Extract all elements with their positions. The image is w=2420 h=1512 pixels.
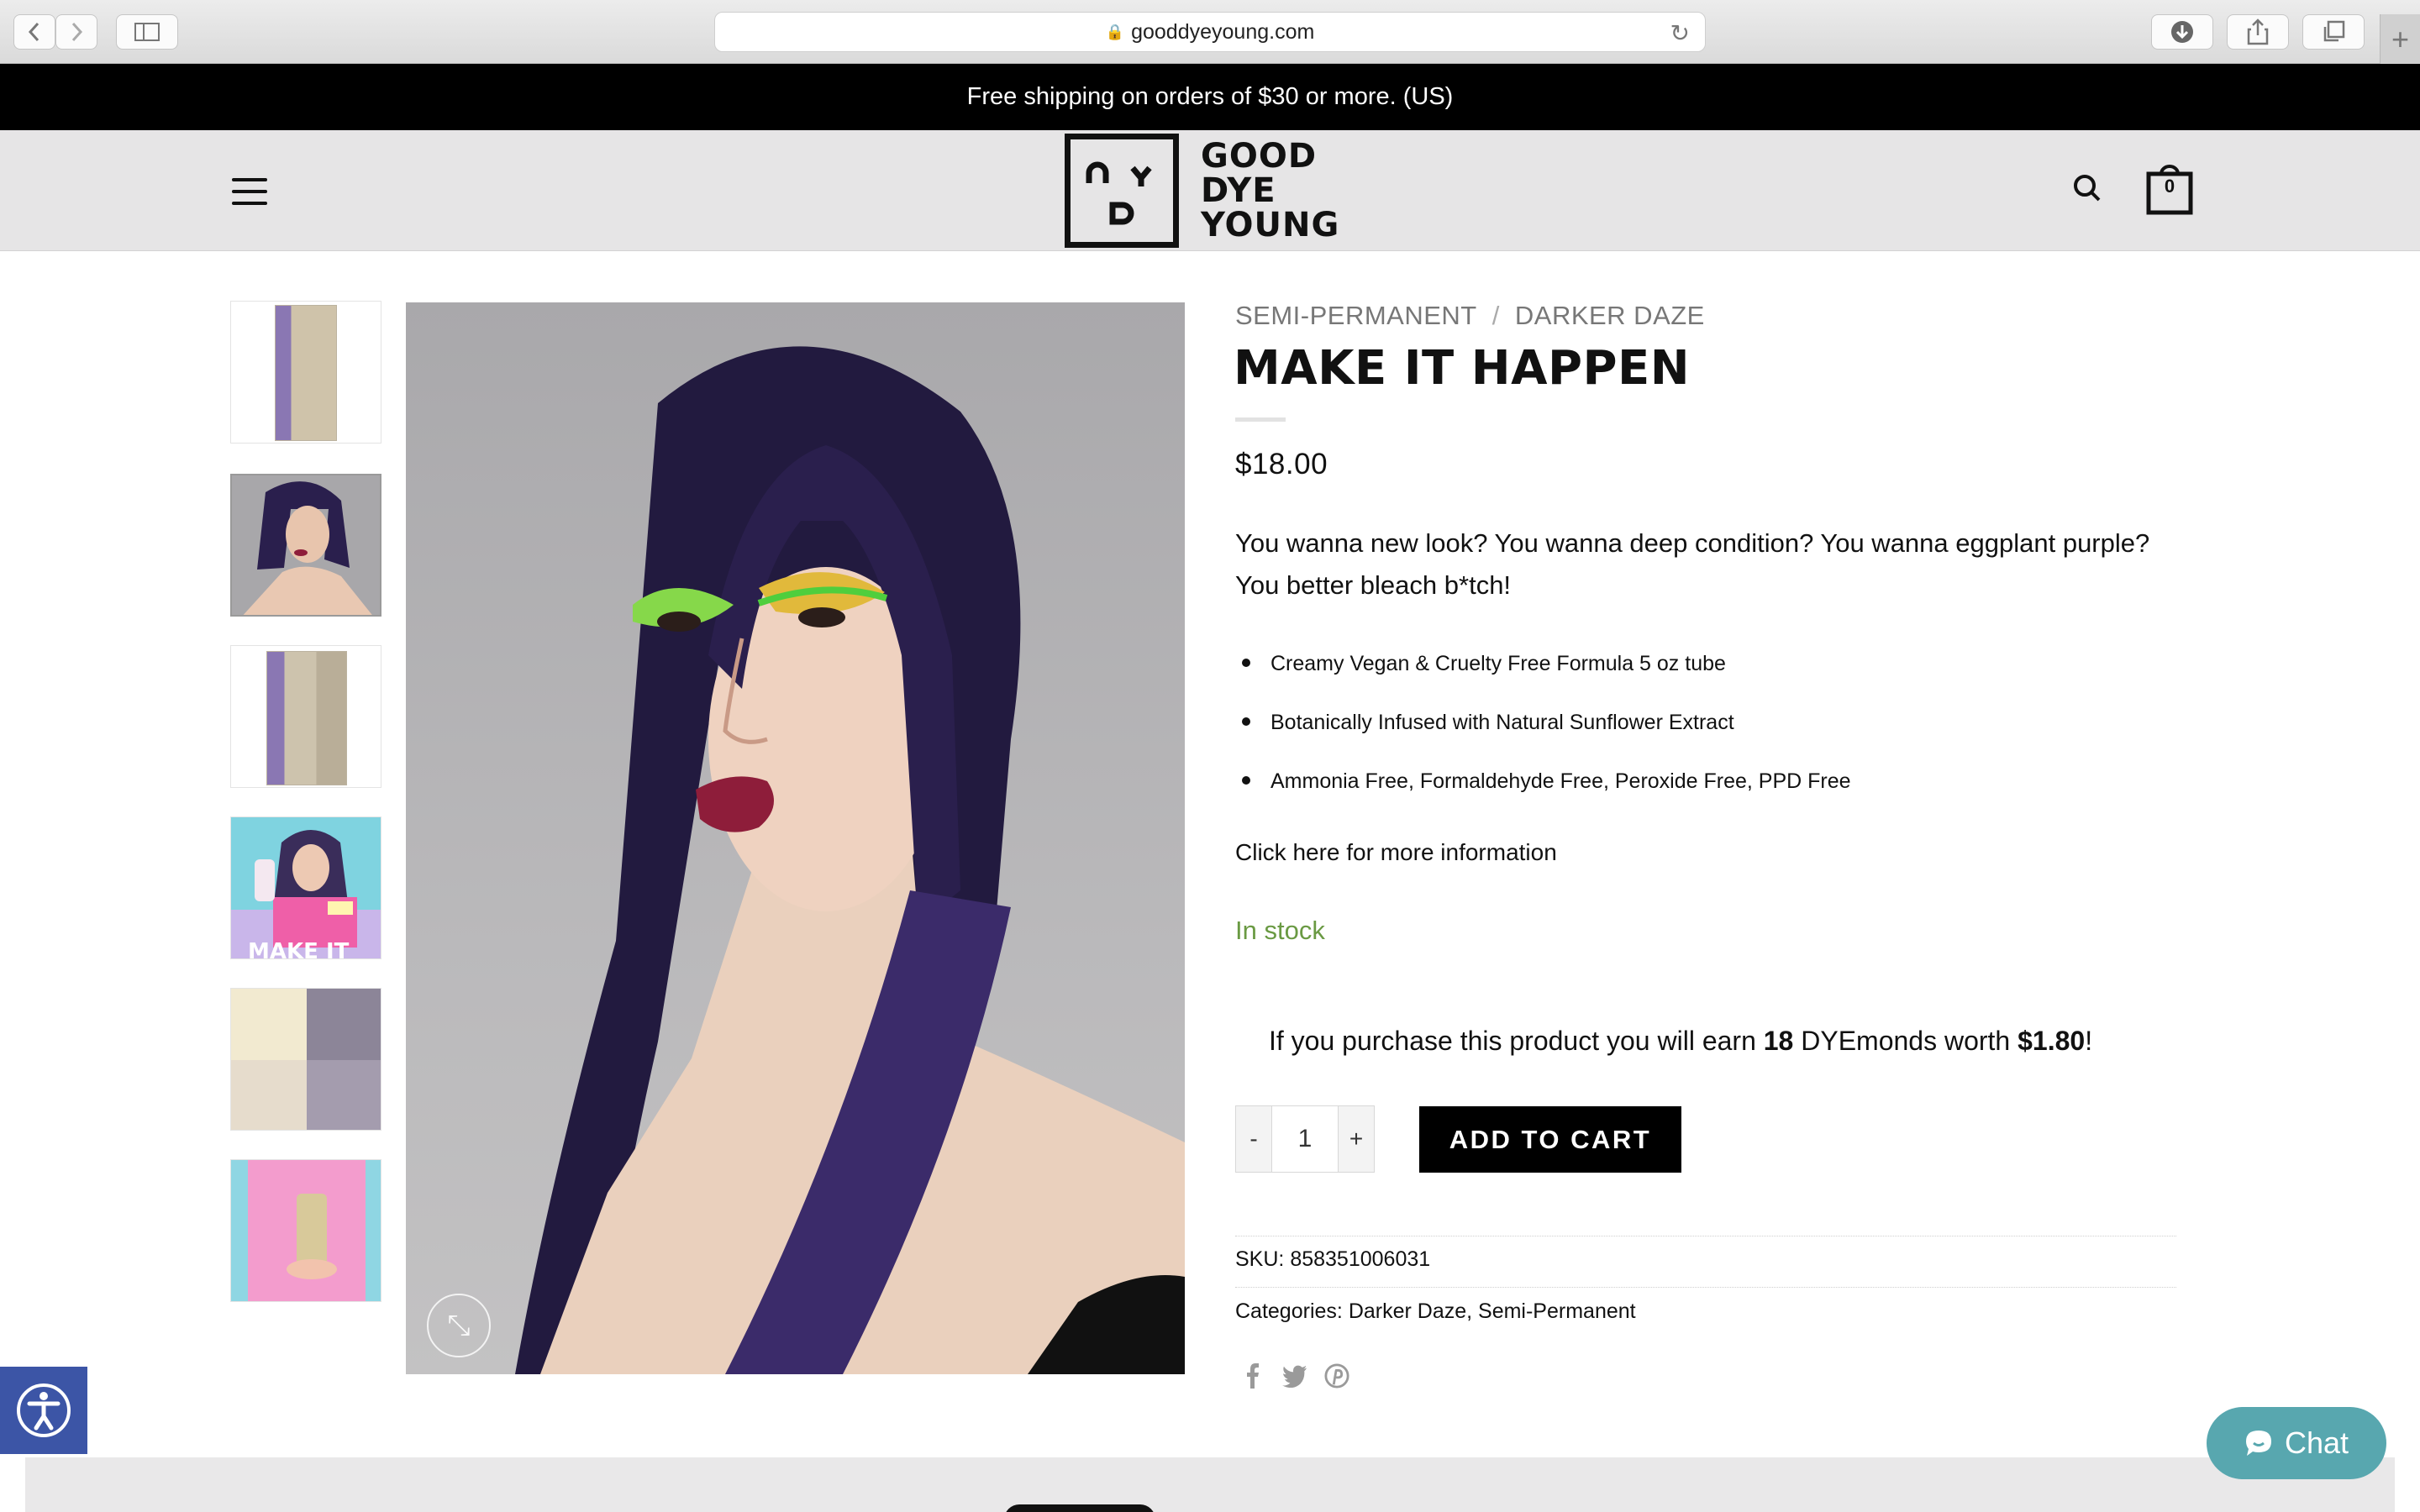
svg-text:MAKE IT: MAKE IT: [248, 939, 350, 959]
cart-button[interactable]: 0: [2146, 162, 2193, 216]
product-price: $18.00: [1235, 448, 1328, 480]
dye-box-back-image: [266, 651, 347, 785]
product-description: You wanna new look? You wanna deep condi…: [1235, 528, 2150, 600]
lock-icon: 🔒: [1105, 23, 1125, 40]
chat-button[interactable]: Chat: [2207, 1407, 2386, 1479]
feature-list: Creamy Vegan & Cruelty Free Formula 5 oz…: [1235, 645, 1851, 822]
reload-icon[interactable]: ↻: [1670, 19, 1690, 47]
rewards-count: 18: [1763, 1026, 1794, 1056]
back-button[interactable]: [13, 14, 55, 50]
cart-count: 0: [2164, 176, 2175, 197]
quantity-minus-button[interactable]: -: [1235, 1105, 1272, 1173]
pinterest-icon[interactable]: [1324, 1361, 1349, 1391]
rewards-value: $1.80: [2018, 1026, 2086, 1056]
feature-item: Ammonia Free, Formaldehyde Free, Peroxid…: [1235, 763, 1851, 822]
sku-value: 858351006031: [1290, 1247, 1431, 1271]
categories-line: Categories: Darker Daze, Semi-Permanent: [1235, 1299, 1636, 1323]
menu-icon[interactable]: [232, 178, 267, 205]
chat-bubble-icon: [2245, 1431, 2271, 1456]
forward-button[interactable]: [55, 14, 97, 50]
breadcrumb: SEMI-PERMANENT / DARKER DAZE: [1235, 301, 1705, 331]
quantity-stepper: - 1 +: [1235, 1105, 1375, 1173]
rewards-message: If you purchase this product you will ea…: [1269, 1026, 2093, 1056]
feature-item: Botanically Infused with Natural Sunflow…: [1235, 704, 1851, 763]
color-swatch-thumbnail: [231, 989, 381, 1130]
product-thumbnail-4[interactable]: MAKE IT: [230, 816, 381, 959]
zoom-expand-icon[interactable]: ⤡: [427, 1294, 491, 1357]
model-portrait-thumbnail: [232, 475, 380, 615]
title-divider: [1235, 417, 1286, 422]
promo-photo-thumbnail: MAKE IT: [231, 817, 381, 959]
pink-product-photo-thumbnail: [231, 1160, 381, 1301]
product-thumbnail-6[interactable]: [230, 1159, 381, 1302]
quantity-input[interactable]: 1: [1272, 1105, 1338, 1173]
share-links: [1240, 1361, 1349, 1391]
breadcrumb-darker-daze[interactable]: DARKER DAZE: [1515, 301, 1705, 330]
add-to-cart-button[interactable]: ADD TO CART: [1419, 1106, 1681, 1173]
product-thumbnail-1[interactable]: [230, 301, 381, 444]
model-portrait: [515, 346, 1185, 1374]
share-button[interactable]: [2227, 14, 2289, 50]
site-header: GOOD DYE YOUNG 0: [0, 130, 2420, 251]
chat-label: Chat: [2284, 1425, 2349, 1460]
breadcrumb-separator: /: [1491, 301, 1500, 330]
dye-box-image: [275, 305, 337, 441]
product-title: MAKE IT HAPPEN: [1234, 341, 1691, 396]
sidebar-button[interactable]: [116, 14, 178, 50]
more-info-link[interactable]: Click here for more information: [1235, 839, 1557, 866]
accessibility-icon: [17, 1383, 71, 1437]
sidebar-icon: [134, 23, 160, 41]
share-icon: [2247, 18, 2269, 45]
download-icon: [2171, 21, 2193, 43]
tabs-button[interactable]: [2302, 14, 2365, 50]
breadcrumb-semi-permanent[interactable]: SEMI-PERMANENT: [1235, 301, 1477, 330]
address-bar[interactable]: 🔒 gooddyeyoung.com ↻: [714, 12, 1706, 52]
browser-toolbar: 🔒 gooddyeyoung.com ↻ +: [0, 0, 2420, 64]
search-icon[interactable]: [2072, 173, 2102, 207]
new-tab-button[interactable]: +: [2380, 14, 2420, 64]
twitter-icon[interactable]: [1282, 1361, 1307, 1391]
feature-item: Creamy Vegan & Cruelty Free Formula 5 oz…: [1235, 645, 1851, 704]
footer-section: [25, 1457, 2395, 1512]
download-button[interactable]: [2151, 14, 2213, 50]
logo-wordmark: GOOD DYE YOUNG: [1201, 136, 1340, 244]
tabs-icon: [2323, 20, 2345, 42]
promo-text: Free shipping on orders of $30 or more. …: [966, 83, 1454, 110]
logo-face-icon: [1065, 134, 1179, 248]
product-thumbnail-3[interactable]: [230, 645, 381, 788]
url-text: gooddyeyoung.com: [1131, 19, 1315, 44]
stock-status: In stock: [1235, 916, 1325, 945]
footer-tab[interactable]: [1004, 1504, 1155, 1512]
promo-bar: Free shipping on orders of $30 or more. …: [0, 64, 2420, 130]
main-product-image[interactable]: ⤡: [406, 302, 1185, 1374]
quantity-plus-button[interactable]: +: [1338, 1105, 1375, 1173]
meta-divider: [1235, 1287, 2176, 1288]
chevron-left-icon: [28, 22, 39, 42]
categories-links[interactable]: Darker Daze, Semi-Permanent: [1349, 1299, 1636, 1323]
facebook-icon[interactable]: [1240, 1361, 1265, 1391]
site-logo[interactable]: GOOD DYE YOUNG: [1065, 134, 1339, 248]
chevron-right-icon: [71, 22, 83, 42]
sku-line: SKU: 858351006031: [1235, 1247, 1431, 1271]
product-thumbnail-2[interactable]: [230, 474, 381, 617]
accessibility-button[interactable]: [0, 1367, 87, 1454]
product-thumbnail-5[interactable]: [230, 988, 381, 1131]
